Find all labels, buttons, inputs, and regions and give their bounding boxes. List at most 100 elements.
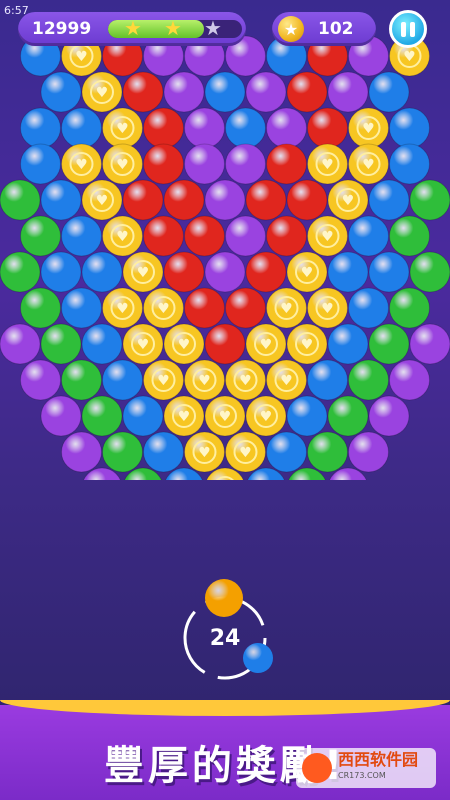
bubble-blue [81, 251, 123, 293]
bubble-purple [225, 215, 266, 257]
heart-icon: ♥ [342, 193, 355, 209]
heart-icon: ♥ [198, 445, 211, 461]
coin-count: 102 [318, 19, 354, 39]
heart-icon: ♥ [157, 373, 170, 389]
bubble-blue [286, 395, 328, 437]
bubble-red [245, 251, 287, 293]
heart-icon: ♥ [301, 337, 314, 353]
current-ball[interactable] [205, 579, 243, 617]
bubble-green [81, 395, 123, 437]
bubble-green [307, 431, 348, 473]
coin-panel[interactable]: ★ 102 [272, 12, 376, 46]
bubble-red [163, 179, 205, 221]
heart-icon: ♥ [137, 265, 150, 281]
bubble-red [184, 215, 225, 257]
heart-icon: ♥ [116, 157, 129, 173]
bubble-yellow: ♥ [245, 323, 287, 365]
bubble-purple [163, 71, 205, 113]
bubble-yellow: ♥ [266, 287, 307, 329]
bubble-purple [225, 143, 266, 185]
bubble-yellow: ♥ [184, 359, 225, 401]
bubble-yellow: ♥ [163, 395, 205, 437]
bubble-purple [20, 359, 61, 401]
bubble-blue [204, 71, 246, 113]
bubble-blue [368, 71, 410, 113]
bubble-red [225, 287, 266, 329]
heart-icon: ♥ [403, 49, 416, 65]
heart-icon: ♥ [219, 409, 232, 425]
bubble-red [266, 143, 307, 185]
bubble-yellow: ♥ [143, 287, 184, 329]
bubble-blue [348, 287, 389, 329]
bubble-yellow: ♥ [163, 323, 205, 365]
bubble-yellow: ♥ [266, 359, 307, 401]
bubble-yellow: ♥ [102, 215, 143, 257]
bubble-board[interactable]: ♥♥♥♥♥♥♥♥♥♥♥♥♥♥♥♥♥♥♥♥♥♥♥♥♥♥♥♥♥♥♥♥♥ [0, 0, 450, 480]
bubble-yellow: ♥ [184, 431, 225, 473]
star-icon-1: ★ [124, 20, 142, 38]
bubble-green [348, 359, 389, 401]
bubble-yellow: ♥ [225, 359, 266, 401]
bubble-blue [102, 359, 143, 401]
bubble-blue [20, 143, 61, 185]
bubble-purple [368, 395, 410, 437]
bubble-green [0, 251, 41, 293]
bubble-red [143, 143, 184, 185]
bubble-blue [307, 359, 348, 401]
bubble-yellow: ♥ [286, 251, 328, 293]
bubble-red [184, 287, 225, 329]
bubble-yellow: ♥ [327, 179, 369, 221]
score-panel: 12999 ★ ★ ★ [18, 12, 246, 46]
bubble-green [409, 251, 450, 293]
bubble-red [286, 179, 328, 221]
bubble-purple [389, 359, 430, 401]
bubble-green [40, 323, 82, 365]
bubble-green [389, 215, 430, 257]
bubble-yellow: ♥ [102, 287, 143, 329]
bubble-yellow: ♥ [286, 323, 328, 365]
star-icon-2: ★ [164, 20, 182, 38]
bubble-green [389, 287, 430, 329]
bubble-yellow: ♥ [225, 431, 266, 473]
bubble-red [163, 251, 205, 293]
bubble-blue [389, 143, 430, 185]
pause-button[interactable] [389, 10, 427, 48]
bubble-blue [40, 71, 82, 113]
heart-icon: ♥ [116, 301, 129, 317]
bubble-red [245, 179, 287, 221]
bubble-yellow: ♥ [348, 107, 389, 149]
bubble-green [409, 179, 450, 221]
bubble-red [204, 323, 246, 365]
heart-icon: ♥ [198, 373, 211, 389]
bubble-red [286, 71, 328, 113]
bubble-green [20, 287, 61, 329]
bubble-purple [266, 107, 307, 149]
heart-icon: ♥ [301, 265, 314, 281]
bubble-green [368, 323, 410, 365]
score-value: 12999 [32, 19, 92, 39]
bubble-yellow: ♥ [348, 143, 389, 185]
bubble-yellow: ♥ [81, 179, 123, 221]
bubble-blue [61, 215, 102, 257]
heart-icon: ♥ [321, 229, 334, 245]
bubble-blue [40, 179, 82, 221]
coin-icon: ★ [278, 16, 304, 42]
bubble-blue [368, 251, 410, 293]
bubble-purple [184, 143, 225, 185]
heart-icon: ♥ [116, 229, 129, 245]
watermark-logo [302, 753, 332, 783]
bubble-blue [61, 107, 102, 149]
heart-icon: ♥ [321, 157, 334, 173]
level-progress-bar: ★ ★ ★ [108, 20, 242, 38]
bubble-green [327, 395, 369, 437]
bubble-purple [61, 431, 102, 473]
bubble-purple [327, 71, 369, 113]
bubble-blue [389, 107, 430, 149]
bubble-purple [40, 395, 82, 437]
bubble-red [143, 215, 184, 257]
bubble-purple [409, 323, 450, 365]
bubble-blue [40, 251, 82, 293]
bubble-yellow: ♥ [102, 143, 143, 185]
heart-icon: ♥ [280, 301, 293, 317]
moves-left-counter: 24 [209, 626, 241, 651]
